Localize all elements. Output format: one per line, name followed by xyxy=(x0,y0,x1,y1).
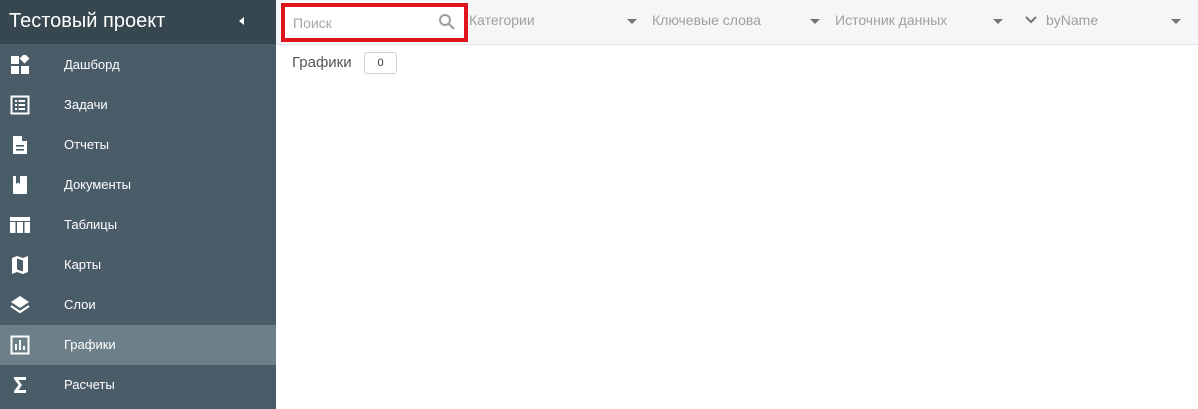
sidebar-item-label: Таблицы xyxy=(64,217,118,232)
sidebar-item-label: Документы xyxy=(64,177,132,192)
sidebar-item-label: Расчеты xyxy=(64,377,115,392)
sidebar-header: Тестовый проект xyxy=(0,0,276,44)
count-badge: 0 xyxy=(364,52,397,74)
table-icon xyxy=(10,215,30,235)
sidebar-item-label: Дашборд xyxy=(64,57,120,72)
sidebar-item-tasks[interactable]: Задачи xyxy=(0,85,276,125)
chevron-down-icon xyxy=(1024,13,1038,27)
bar-chart-icon xyxy=(10,335,30,355)
report-file-icon xyxy=(10,135,30,155)
search-box xyxy=(281,3,468,42)
main-content: Графики 0 xyxy=(276,45,1198,409)
collapse-sidebar-icon[interactable] xyxy=(233,12,251,30)
sidebar-item-documents[interactable]: Документы xyxy=(0,165,276,205)
sidebar-item-label: Отчеты xyxy=(64,137,109,152)
sidebar-item-reports[interactable]: Отчеты xyxy=(0,125,276,165)
sort-label: byName xyxy=(1046,12,1099,28)
task-list-icon xyxy=(10,95,30,115)
map-icon xyxy=(10,255,30,275)
search-input[interactable] xyxy=(293,13,433,33)
book-icon xyxy=(10,175,30,195)
sidebar-item-label: Слои xyxy=(64,297,96,312)
dashboard-icon xyxy=(10,53,30,75)
project-title: Тестовый проект xyxy=(9,10,166,32)
sidebar-item-charts[interactable]: Графики xyxy=(0,325,276,365)
app-window: Тестовый проект Дашборд Задачи Отчеты До… xyxy=(0,0,1198,409)
sidebar-item-calculations[interactable]: Расчеты xyxy=(0,365,276,405)
caret-down-icon xyxy=(992,14,1004,24)
caret-down-icon xyxy=(626,14,638,24)
sidebar-item-tables[interactable]: Таблицы xyxy=(0,205,276,245)
categories-dropdown[interactable]: Категории xyxy=(469,10,639,32)
categories-label: Категории xyxy=(469,12,535,28)
data-source-label: Источник данных xyxy=(835,12,948,28)
sidebar-nav: Дашборд Задачи Отчеты Документы Таблицы … xyxy=(0,45,276,405)
keywords-dropdown[interactable]: Ключевые слова xyxy=(652,10,822,32)
page-title: Графики xyxy=(292,54,352,71)
search-icon[interactable] xyxy=(438,13,456,31)
keywords-label: Ключевые слова xyxy=(652,12,761,28)
sort-dropdown[interactable]: byName xyxy=(1024,10,1186,32)
caret-down-icon xyxy=(809,14,821,24)
filter-bar: Категории Ключевые слова Источник данных… xyxy=(276,0,1198,45)
sidebar-item-label: Карты xyxy=(64,257,102,272)
caret-down-icon xyxy=(1170,14,1182,24)
sidebar-item-layers[interactable]: Слои xyxy=(0,285,276,325)
layers-icon xyxy=(10,295,30,315)
sidebar-item-label: Графики xyxy=(64,337,116,352)
sidebar-item-dashboard[interactable]: Дашборд xyxy=(0,45,276,85)
sidebar-item-maps[interactable]: Карты xyxy=(0,245,276,285)
sigma-icon xyxy=(10,375,30,395)
sidebar: Тестовый проект Дашборд Задачи Отчеты До… xyxy=(0,0,276,409)
sidebar-item-label: Задачи xyxy=(64,97,108,112)
data-source-dropdown[interactable]: Источник данных xyxy=(835,10,1005,32)
